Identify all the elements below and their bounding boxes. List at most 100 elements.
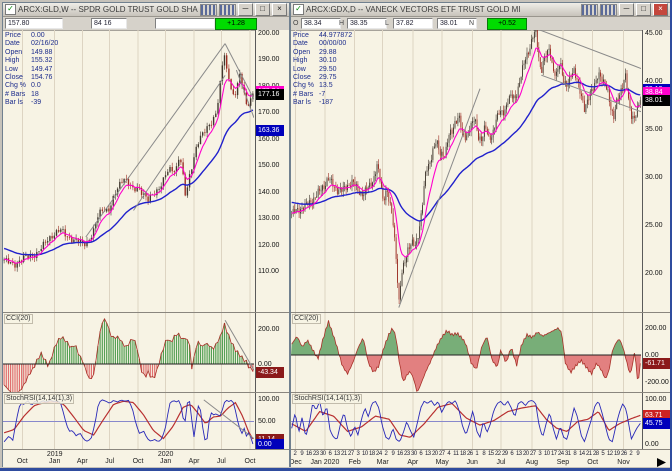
y-axis-label: 150.00 [258, 162, 279, 169]
change-badge: +0.52 [487, 18, 527, 30]
stochrsi-panel-gdx: StochRSI(14,14(1),3) 100.000.0063.7145.7… [291, 392, 670, 450]
x-axis-month-label: Mar [377, 459, 389, 466]
quote-field[interactable] [155, 18, 215, 29]
x-axis-day-label: 24 [558, 451, 564, 457]
x-axis-day-label: 6 [510, 451, 513, 457]
y-axis-label: 100.00 [645, 396, 666, 403]
quote-field-label: O [293, 19, 298, 28]
y-axis-label: 110.00 [258, 268, 279, 275]
stochrsi-label: StochRSI(14,14(1),3) [292, 394, 362, 404]
stochrsi-axis-gdx[interactable]: 100.000.0063.7145.75 [642, 393, 670, 450]
x-axis-month-label: Aug [526, 459, 538, 466]
x-axis-day-label: 19 [614, 451, 620, 457]
y-axis-label: 170.00 [258, 109, 279, 116]
y-axis-label: 100.00 [258, 396, 279, 403]
x-axis-month-label: Oct [245, 458, 256, 465]
window-title-gld: ARCX:GLD,W -- SPDR GOLD TRUST GOLD SHARE… [18, 5, 198, 14]
x-axis-day-label: 20 [523, 451, 529, 457]
quote-field-label: H [339, 19, 344, 28]
x-axis-day-label: 18 [460, 451, 466, 457]
chart-style-icon[interactable] [200, 4, 217, 16]
titlebar-gdx[interactable]: ✓ ARCX:GDX,D -- VANECK VECTORS ETF TRUST… [291, 3, 670, 17]
x-axis-day-label: 27 [530, 451, 536, 457]
x-axis-day-label: 26 [467, 451, 473, 457]
x-axis-day-label: 16 [397, 451, 403, 457]
cci-axis-gld[interactable]: 200.000.00-43.34 [255, 313, 289, 393]
chart-type-icon[interactable] [600, 4, 617, 16]
x-axis-day-label: 18 [369, 451, 375, 457]
x-axis-month-label: Jul [217, 458, 226, 465]
y-axis-label: 25.00 [645, 222, 663, 229]
price-chart-panel-gld: Price0.00Date02/16/20Open149.88High155.3… [3, 30, 289, 312]
cci-axis-gdx[interactable]: 200.000.00-200.00-61.71 [642, 313, 670, 393]
x-axis-year-label: 2020 [158, 451, 174, 458]
window-title-gdx: ARCX:GDX,D -- VANECK VECTORS ETF TRUST G… [306, 5, 579, 14]
chart-type-icon[interactable] [219, 4, 236, 16]
close-button[interactable]: × [653, 3, 668, 16]
quote-field-label: N [469, 19, 474, 28]
quote-field[interactable]: 37.82 [393, 18, 433, 29]
x-axis-day-label: 12 [607, 451, 613, 457]
y-axis-label: 200.00 [258, 30, 279, 37]
price-badge: 163.36 [256, 125, 284, 136]
stochrsi-label: StochRSI(14,14(1),3) [4, 394, 74, 404]
x-axis-month-label: Nov [617, 459, 629, 466]
quote-field[interactable]: 38.34 [301, 18, 341, 29]
x-axis-day-label: 27 [439, 451, 445, 457]
x-axis-month-label: Jul [497, 459, 506, 466]
stochrsi-axis-gld[interactable]: 100.0050.000.0011.140.00 [255, 393, 289, 450]
y-axis-label: 30.00 [645, 174, 663, 181]
quote-field[interactable]: 84 16 [91, 18, 127, 29]
x-axis-day-label: 28 [593, 451, 599, 457]
x-axis-day-label: 13 [425, 451, 431, 457]
cci-panel-gdx: CCI(20) 200.000.00-200.00-61.71 [291, 312, 670, 393]
x-axis-day-label: 14 [579, 451, 585, 457]
restore-button[interactable]: □ [636, 3, 651, 16]
x-axis-month-label: Oct [587, 459, 598, 466]
x-axis-day-label: 30 [320, 451, 326, 457]
minimize-button[interactable]: ─ [619, 3, 634, 16]
y-axis-label: 120.00 [258, 242, 279, 249]
x-axis-day-label: 15 [488, 451, 494, 457]
minimize-button[interactable]: ─ [238, 3, 253, 16]
restore-button[interactable]: □ [255, 3, 270, 16]
cci-indicator-chart-gld [3, 313, 254, 393]
cci-label: CCI(20) [4, 314, 33, 324]
x-axis-day-label: 17 [551, 451, 557, 457]
y-axis-label: 160.00 [258, 136, 279, 143]
x-axis-day-label: 10 [362, 451, 368, 457]
y-axis-label: 130.00 [258, 215, 279, 222]
stochrsi-panel-gld: StochRSI(14,14(1),3) 100.0050.000.0011.1… [3, 392, 289, 450]
x-axis-day-label: 2 [384, 451, 387, 457]
charting-application: ✓ ARCX:GLD,W -- SPDR GOLD TRUST GOLD SHA… [0, 0, 672, 471]
x-axis-month-label: Feb [349, 459, 361, 466]
time-axis-gdx[interactable]: 2916233061321273101824291623306132027411… [291, 449, 670, 467]
quote-field[interactable]: 38.35 [347, 18, 387, 29]
x-axis-month-label: Jan [49, 458, 60, 465]
x-axis-day-label: 9 [636, 451, 639, 457]
y-axis-label: 0.00 [645, 441, 659, 448]
titlebar-gld[interactable]: ✓ ARCX:GLD,W -- SPDR GOLD TRUST GOLD SHA… [3, 3, 289, 17]
y-axis-label: 140.00 [258, 189, 279, 196]
x-axis-month-label: Oct [133, 458, 144, 465]
x-axis-day-label: 23 [313, 451, 319, 457]
price-badge: 38.01 [643, 95, 671, 106]
x-axis-day-label: 1 [475, 451, 478, 457]
x-axis-month-label: Sep [557, 459, 569, 466]
time-axis-gld[interactable]: Oct2019JanAprJulOct2020JanAprJulOct [3, 449, 289, 467]
quote-field[interactable]: 157.80 [5, 18, 63, 29]
price-axis-gdx[interactable]: 45.0040.0035.0030.0025.0020.0039.1938.84… [642, 30, 670, 312]
x-axis-month-label: Dec [291, 459, 302, 466]
x-axis-day-label: 26 [621, 451, 627, 457]
x-axis-day-label: 30 [411, 451, 417, 457]
x-axis-month-label: Jan 2020 [311, 459, 340, 466]
x-axis-month-label: Apr [407, 459, 418, 466]
x-axis-day-label: 13 [334, 451, 340, 457]
price-badge: 45.75 [643, 418, 671, 429]
chart-style-icon[interactable] [581, 4, 598, 16]
x-axis-day-label: 21 [586, 451, 592, 457]
x-axis-day-label: 10 [544, 451, 550, 457]
close-button[interactable]: × [272, 3, 287, 16]
price-axis-gld[interactable]: 200.00190.00180.00170.00160.00150.00140.… [255, 30, 289, 312]
x-axis-day-label: 11 [453, 451, 458, 457]
